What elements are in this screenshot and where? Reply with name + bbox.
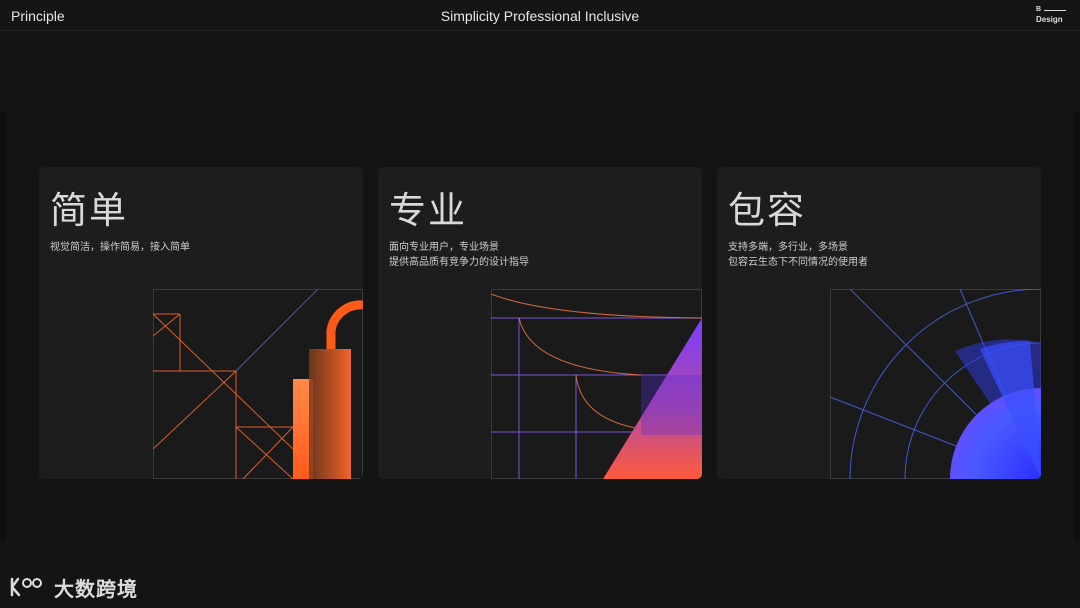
tagline: Simplicity Professional Inclusive xyxy=(440,8,640,24)
card-title: 包容 xyxy=(728,189,806,232)
card-title: 简单 xyxy=(50,189,128,232)
card-description: 支持多端，多行业，多场景 包容云生态下不同情况的使用者 xyxy=(728,240,868,270)
card-title: 专业 xyxy=(389,189,467,232)
watermark-logo-icon xyxy=(10,577,42,597)
left-edge-shade xyxy=(0,112,6,542)
right-edge-shade xyxy=(1074,112,1080,542)
card-description-line: 面向专业用户，专业场景 xyxy=(389,242,499,253)
card-description: 面向专业用户，专业场景 提供高品质有竞争力的设计指导 xyxy=(389,240,529,270)
professional-illustration xyxy=(491,289,702,479)
principle-card-professional: 专业 面向专业用户，专业场景 提供高品质有竞争力的设计指导 xyxy=(378,167,702,479)
principle-card-simplicity: 简单 视觉简洁，操作简易，接入简单 xyxy=(39,167,363,479)
card-description: 视觉简洁，操作简易，接入简单 xyxy=(50,240,190,255)
top-bar: Principle Simplicity Professional Inclus… xyxy=(0,0,1080,31)
watermark-text: 大数跨境 xyxy=(54,578,138,601)
simplicity-illustration xyxy=(153,289,363,479)
logo-letter: B xyxy=(1036,6,1042,13)
card-description-line: 包容云生态下不同情况的使用者 xyxy=(728,257,868,268)
card-description-line: 提供高品质有竞争力的设计指导 xyxy=(389,257,529,268)
b-design-logo: B Design xyxy=(1036,6,1068,26)
logo-rule xyxy=(1044,10,1066,11)
logo-word: Design xyxy=(1036,15,1063,24)
card-description-line: 视觉简洁，操作简易，接入简单 xyxy=(50,242,190,253)
principle-card-inclusive: 包容 支持多端，多行业，多场景 包容云生态下不同情况的使用者 xyxy=(717,167,1041,479)
watermark: 大数跨境 xyxy=(8,572,138,602)
slide: Principle Simplicity Professional Inclus… xyxy=(0,0,1080,608)
card-description-line: 支持多端，多行业，多场景 xyxy=(728,242,848,253)
inclusive-illustration xyxy=(830,289,1041,479)
